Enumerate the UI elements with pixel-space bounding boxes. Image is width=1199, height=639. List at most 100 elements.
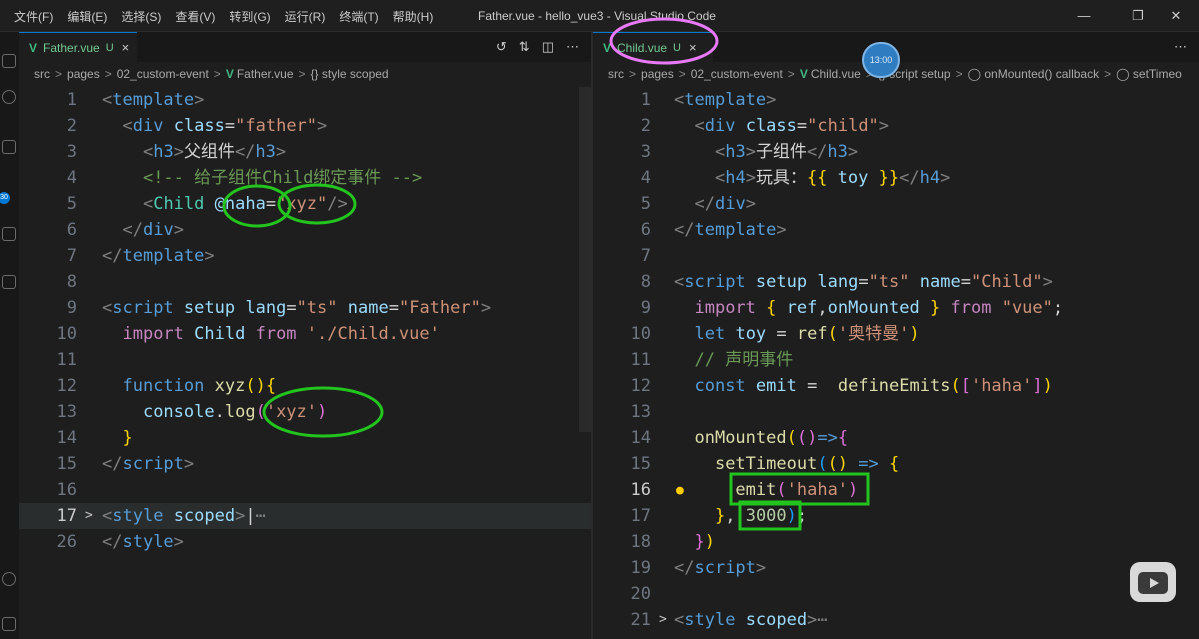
code-text: <!-- 给子组件Child绑定事件 --> xyxy=(142,168,423,188)
run-debug-icon[interactable] xyxy=(2,227,16,241)
crumb-file[interactable]: Father.vue xyxy=(237,67,294,81)
code-line[interactable]: 6 </template> xyxy=(593,217,1199,243)
settings-gear-icon[interactable] xyxy=(2,617,16,631)
code-line[interactable]: 8 xyxy=(19,269,591,295)
code-line[interactable]: 16 xyxy=(19,477,591,503)
code-line[interactable]: 11 // 声明事件 xyxy=(593,347,1199,373)
chevron-right-icon: > xyxy=(55,67,63,81)
code-line[interactable]: 17 }, 3000); xyxy=(593,503,1199,529)
close-window-icon[interactable]: ✕ xyxy=(1153,0,1199,32)
code-line[interactable]: 6 </div> xyxy=(19,217,591,243)
menu-view[interactable]: 查看(V) xyxy=(175,8,215,25)
code-line[interactable]: 26 </style> xyxy=(19,529,591,555)
code-line[interactable]: 4 <h4>玩具：{{ toy }}</h4> xyxy=(593,165,1199,191)
code-text: function xyz(){ xyxy=(122,376,277,396)
more-actions-icon[interactable]: ⋯ xyxy=(566,39,579,55)
code-line[interactable]: 9 <script setup lang="ts" name="Father"> xyxy=(19,295,591,321)
code-line[interactable]: 5 <Child @haha="xyz"/> xyxy=(19,191,591,217)
crumb-pages[interactable]: pages xyxy=(67,67,100,81)
code-line[interactable]: 2 <div class="father"> xyxy=(19,113,591,139)
code-text: import Child from './Child.vue' xyxy=(122,324,440,344)
code-text: <Child @haha="xyz"/> xyxy=(142,194,348,214)
code-text: </style> xyxy=(102,532,184,552)
crumb-pages[interactable]: pages xyxy=(641,67,674,81)
extensions-icon[interactable] xyxy=(2,275,16,289)
tab-label: Father.vue xyxy=(43,40,100,55)
fold-expand-icon[interactable]: > xyxy=(85,503,93,529)
menu-terminal[interactable]: 终端(T) xyxy=(339,8,378,25)
compare-icon[interactable]: ⇅ xyxy=(519,39,530,55)
code-line[interactable]: 20 xyxy=(593,581,1199,607)
menu-edit[interactable]: 编辑(E) xyxy=(67,8,107,25)
code-line[interactable]: 14 } xyxy=(19,425,591,451)
code-line-current[interactable]: 16 ● emit('haha') xyxy=(593,477,1199,503)
split-editor-icon[interactable]: ◫ xyxy=(542,39,554,55)
code-line[interactable]: 4 <!-- 给子组件Child绑定事件 --> xyxy=(19,165,591,191)
timeline-icon[interactable]: ↺ xyxy=(496,39,507,55)
close-tab-icon[interactable]: × xyxy=(122,40,130,55)
minimize-icon[interactable]: — xyxy=(1061,0,1107,32)
code-line-current[interactable]: 17 > <style scoped>|⋯ xyxy=(19,503,591,529)
code-line[interactable]: 18 }) xyxy=(593,529,1199,555)
code-line[interactable]: 12 function xyz(){ xyxy=(19,373,591,399)
explorer-icon[interactable] xyxy=(2,54,16,68)
crumb-settimeout[interactable]: setTimeo xyxy=(1133,67,1182,81)
code-line[interactable]: 10 let toy = ref('奥特曼') xyxy=(593,321,1199,347)
code-line[interactable]: 14 onMounted(()=>{ xyxy=(593,425,1199,451)
code-line[interactable]: 12 const emit = defineEmits(['haha']) xyxy=(593,373,1199,399)
crumb-src[interactable]: src xyxy=(34,67,50,81)
code-line[interactable]: 11 xyxy=(19,347,591,373)
menu-run[interactable]: 运行(R) xyxy=(285,8,326,25)
code-text: </script> xyxy=(102,454,195,474)
menu-selection[interactable]: 选择(S) xyxy=(121,8,161,25)
code-line[interactable]: 7 xyxy=(593,243,1199,269)
code-line[interactable]: 8 <script setup lang="ts" name="Child"> xyxy=(593,269,1199,295)
tab-child-vue[interactable]: V Child.vue U × xyxy=(593,32,713,62)
code-line[interactable]: 5 </div> xyxy=(593,191,1199,217)
menu-help[interactable]: 帮助(H) xyxy=(393,8,434,25)
code-line[interactable]: 10 import Child from './Child.vue' xyxy=(19,321,591,347)
line-number: 12 xyxy=(56,376,77,396)
crumb-src[interactable]: src xyxy=(608,67,624,81)
timer-badge: 13:00 xyxy=(862,42,900,78)
code-text: emit('haha') xyxy=(735,480,859,500)
code-line[interactable]: 1 <template> xyxy=(19,87,591,113)
code-text: // 声明事件 xyxy=(694,350,794,370)
code-line[interactable]: 21 > <style scoped>⋯ xyxy=(593,607,1199,633)
crumb-file[interactable]: Child.vue xyxy=(811,67,861,81)
code-text: console.log('xyz') xyxy=(142,402,328,422)
line-number: 10 xyxy=(630,324,651,344)
code-line[interactable]: 19 </script> xyxy=(593,555,1199,581)
more-actions-icon[interactable]: ⋯ xyxy=(1174,39,1187,55)
crumb-folder[interactable]: 02_custom-event xyxy=(117,67,209,81)
line-number: 26 xyxy=(56,532,77,552)
crumb-symbol[interactable]: {} style scoped xyxy=(311,67,389,81)
code-line[interactable]: 15 setTimeout(() => { xyxy=(593,451,1199,477)
fold-expand-icon[interactable]: > xyxy=(659,607,667,633)
menu-go[interactable]: 转到(G) xyxy=(229,8,270,25)
search-icon[interactable] xyxy=(2,90,16,104)
account-icon[interactable] xyxy=(2,572,16,586)
code-line[interactable]: 13 xyxy=(593,399,1199,425)
cube-icon: ◯ xyxy=(967,67,985,81)
source-control-icon[interactable] xyxy=(2,140,16,154)
vue-file-icon: V xyxy=(799,67,808,81)
menu-file[interactable]: 文件(F) xyxy=(14,8,53,25)
code-line[interactable]: 3 <h3>父组件</h3> xyxy=(19,139,591,165)
code-text: <template> xyxy=(102,90,205,110)
code-line[interactable]: 7 </template> xyxy=(19,243,591,269)
code-line[interactable]: 1 <template> xyxy=(593,87,1199,113)
code-line[interactable]: 13 console.log('xyz') xyxy=(19,399,591,425)
code-line[interactable]: 15 </script> xyxy=(19,451,591,477)
editor-group-right: V Child.vue U × ⋯ src > pages >02_custom-ev… xyxy=(593,32,1199,639)
code-text: </div> xyxy=(122,220,184,240)
code-line[interactable]: 2 <div class="child"> xyxy=(593,113,1199,139)
tab-father-vue[interactable]: V Father.vue U × xyxy=(19,32,137,62)
line-number: 4 xyxy=(640,168,651,188)
code-line[interactable]: 3 <h3>子组件</h3> xyxy=(593,139,1199,165)
crumb-folder[interactable]: 02_custom-event xyxy=(691,67,783,81)
code-line[interactable]: 9 import { ref,onMounted } from "vue"; xyxy=(593,295,1199,321)
crumb-callback[interactable]: onMounted() callback xyxy=(984,67,1099,81)
close-tab-icon[interactable]: × xyxy=(689,40,697,55)
code-text: } xyxy=(122,428,133,448)
